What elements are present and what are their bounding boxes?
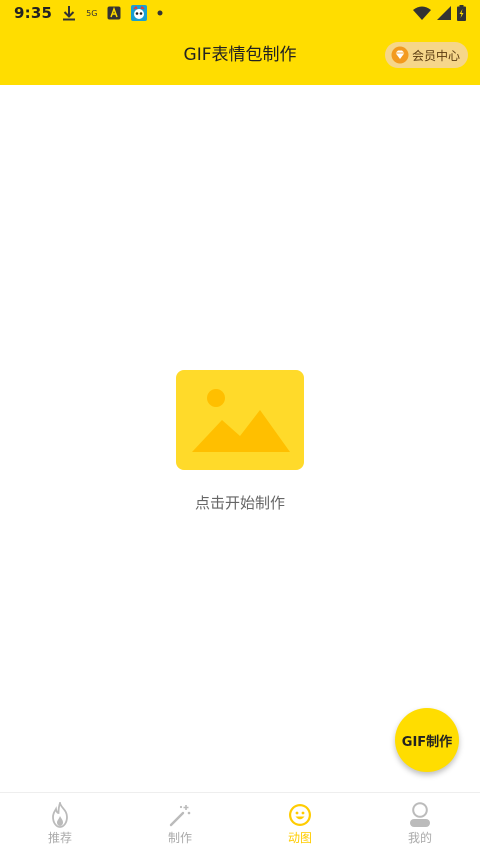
vip-center-button[interactable]: 会员中心 [384, 42, 468, 68]
signal-icon [437, 6, 451, 20]
bottom-nav: 推荐 制作 动图 我的 [0, 792, 480, 854]
flame-icon [47, 802, 73, 828]
nav-item-recommend[interactable]: 推荐 [0, 793, 120, 854]
main-content: 点击开始制作 [0, 85, 480, 792]
image-icon [176, 370, 304, 474]
nav-label-create: 制作 [167, 831, 192, 845]
download-icon [62, 5, 76, 21]
app-notification-icon [131, 5, 148, 21]
start-making-button[interactable]: 点击开始制作 [170, 365, 310, 515]
user-icon [407, 802, 433, 828]
smiley-icon [287, 802, 313, 828]
status-notification-icons: 5G [62, 5, 163, 21]
a-app-icon [107, 6, 121, 20]
nav-label-recommend: 推荐 [47, 831, 72, 845]
vip-center-label: 会员中心 [411, 48, 460, 63]
5g-icon: 5G [86, 9, 97, 18]
gif-create-fab[interactable]: GIF制作 [395, 708, 459, 772]
status-time: 9:35 [14, 4, 53, 22]
diamond-icon [391, 46, 409, 64]
wifi-icon [413, 6, 431, 20]
gif-create-label: GIF制作 [401, 734, 453, 750]
status-bar: 9:35 5G [0, 0, 480, 26]
nav-item-mine[interactable]: 我的 [360, 793, 480, 854]
battery-icon [457, 5, 466, 21]
magic-wand-icon [167, 802, 193, 828]
start-label: 点击开始制作 [194, 494, 285, 512]
nav-item-create[interactable]: 制作 [120, 793, 240, 854]
nav-label-gif: 动图 [287, 831, 312, 845]
5g-label: 5G [86, 8, 98, 18]
nav-item-gif[interactable]: 动图 [240, 793, 360, 854]
app-bar: GIF表情包制作 会员中心 [0, 26, 480, 85]
dot-icon [157, 10, 163, 16]
status-system-icons [413, 5, 466, 21]
nav-label-mine: 我的 [407, 831, 432, 845]
